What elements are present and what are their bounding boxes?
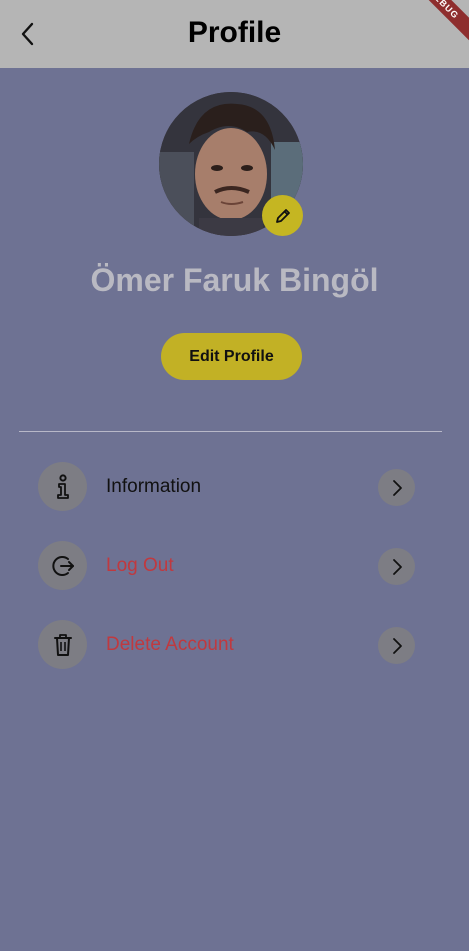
menu-item-information[interactable]: Information: [38, 462, 415, 512]
chevron-button[interactable]: [378, 548, 415, 585]
chevron-right-icon: [392, 558, 402, 575]
menu-item-label: Delete Account: [106, 634, 234, 655]
pencil-icon: [275, 208, 290, 223]
info-icon-container: [38, 462, 87, 511]
menu-item-label: Log Out: [106, 555, 174, 576]
menu-item-delete-account[interactable]: Delete Account: [38, 620, 415, 670]
info-icon: [56, 473, 69, 499]
profile-name: Ömer Faruk Bingöl: [90, 262, 379, 298]
edit-photo-button[interactable]: [262, 195, 303, 236]
trash-icon: [53, 633, 72, 656]
menu-item-logout[interactable]: Log Out: [38, 541, 415, 591]
avatar-container: [159, 92, 303, 236]
logout-icon-container: [38, 541, 87, 590]
divider: [19, 431, 442, 432]
edit-profile-button[interactable]: Edit Profile: [161, 333, 302, 380]
app-bar: Profile: [0, 0, 469, 68]
trash-icon-container: [38, 620, 87, 669]
chevron-button[interactable]: [378, 469, 415, 506]
chevron-right-icon: [392, 637, 402, 654]
page-title: Profile: [187, 16, 282, 49]
menu-item-label: Information: [106, 476, 202, 497]
chevron-right-icon: [392, 479, 402, 496]
chevron-button[interactable]: [378, 627, 415, 664]
logout-icon: [51, 555, 74, 576]
